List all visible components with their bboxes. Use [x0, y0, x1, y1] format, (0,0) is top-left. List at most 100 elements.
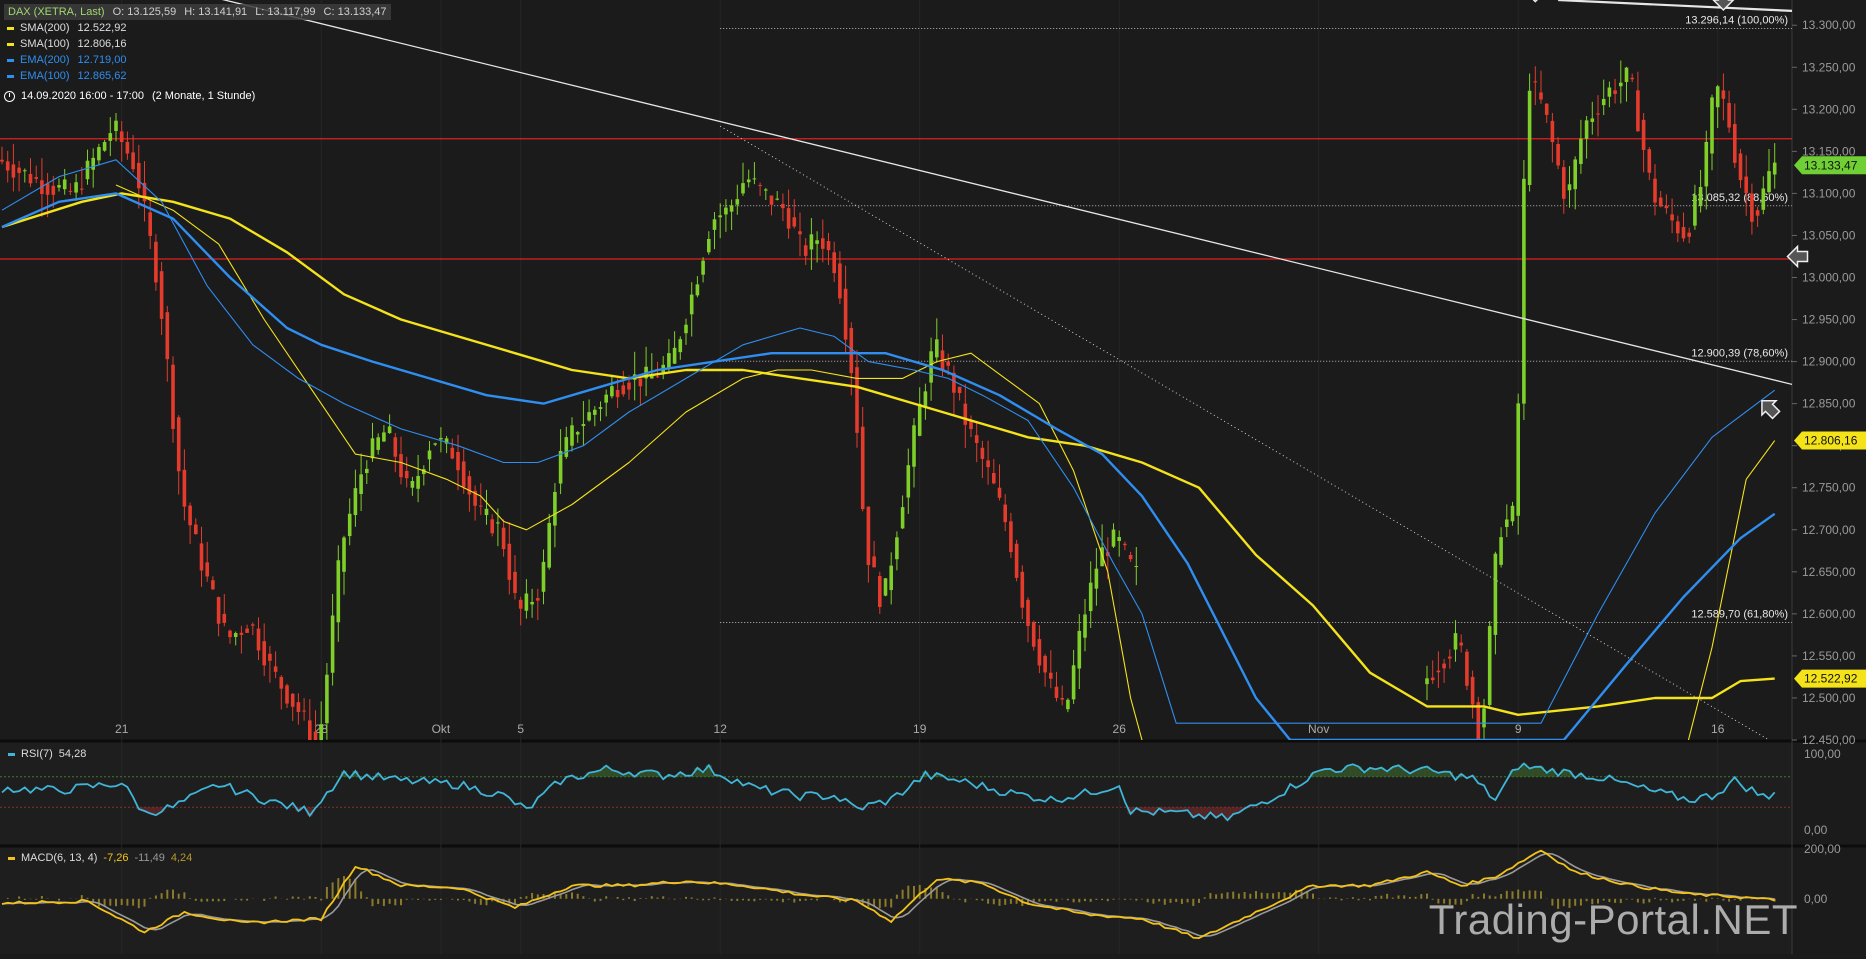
candle-body	[541, 561, 546, 592]
candle-body	[205, 562, 209, 577]
rsi-label[interactable]: RSI(7) 54,28	[8, 748, 92, 760]
candle-body	[159, 271, 164, 319]
chart-canvas[interactable]: 13.300,0013.250,0013.200,0013.150,0013.1…	[0, 0, 1866, 954]
candle-body	[992, 473, 996, 484]
candle-body	[1128, 555, 1133, 560]
x-tick-label: 19	[913, 722, 927, 736]
range-text: (2 Monate, 1 Stunde)	[151, 90, 256, 102]
candle-body	[1721, 90, 1726, 99]
legend-label: SMA(200)	[20, 22, 70, 34]
candle-body	[746, 179, 751, 183]
macd-signal-value: -11,49	[134, 852, 165, 864]
candle-body	[1077, 630, 1082, 669]
candle-body	[1071, 665, 1076, 700]
candle-body	[1601, 98, 1606, 106]
chart-root[interactable]: 13.300,00 13.250,00 13.200,00 13.150,00 13.1…	[0, 0, 1866, 954]
candle-body	[211, 580, 215, 590]
macd-value: -7,26	[103, 852, 129, 864]
candle-body	[832, 252, 836, 274]
candle-body	[1083, 614, 1087, 638]
candle-body	[912, 425, 916, 467]
candle-body	[496, 522, 500, 524]
candle-body	[108, 133, 113, 141]
candle-body	[695, 284, 700, 296]
x-tick-label: Okt	[432, 722, 451, 736]
candle-body	[1727, 103, 1731, 128]
y-tick-label: 12.600,00	[1802, 607, 1856, 621]
candle-body	[860, 426, 865, 510]
candle-body	[689, 294, 694, 315]
candle-body	[1710, 97, 1714, 154]
ohlc-header: DAX (XETRA, Last) O: 13.125,59 H: 13.141…	[4, 4, 391, 20]
candle-body	[279, 676, 284, 689]
candle-body	[382, 432, 386, 442]
candle-body	[461, 461, 466, 488]
candle-body	[735, 199, 740, 205]
chart-legend: DAX (XETRA, Last) O: 13.125,59 H: 13.141…	[4, 4, 391, 104]
candle-body	[536, 598, 540, 601]
candle-body	[1060, 697, 1064, 700]
candle-body	[325, 674, 329, 724]
candle-body	[484, 508, 489, 516]
candle-body	[1755, 210, 1760, 216]
y-tick-label: 13.050,00	[1802, 228, 1856, 242]
candle-body	[165, 312, 170, 360]
candle-body	[11, 164, 16, 178]
legend-sma200[interactable]: SMA(200) 12.522,92	[4, 20, 391, 36]
candle-body	[501, 527, 506, 550]
candle-body	[404, 470, 409, 479]
candle-body	[764, 189, 768, 191]
candle-body	[125, 141, 130, 154]
candle-body	[1539, 92, 1543, 100]
price-badge-label: 13.133,47	[1804, 158, 1858, 172]
legend-ema100[interactable]: EMA(100) 12.865,62	[4, 68, 391, 84]
candle-body	[262, 641, 266, 666]
candle-body	[1658, 197, 1663, 207]
candle-body	[963, 403, 968, 425]
candle-body	[1123, 543, 1127, 546]
candle-body	[1556, 144, 1560, 166]
y-tick-label: 12.900,00	[1802, 355, 1856, 369]
candle-body	[1767, 171, 1771, 193]
candle-body	[176, 417, 181, 472]
clock-icon	[4, 90, 15, 102]
macd-swatch-icon	[8, 856, 15, 860]
legend-sma100[interactable]: SMA(100) 12.806,16	[4, 36, 391, 52]
y-tick-label: 12.550,00	[1802, 649, 1856, 663]
candle-body	[290, 693, 295, 707]
candle-body	[655, 376, 660, 378]
candle-body	[1550, 120, 1555, 143]
fib-label: 12.589,70 (61,80%)	[1691, 609, 1788, 621]
candle-body	[256, 628, 261, 651]
price-badge-label: 12.522,92	[1804, 672, 1858, 686]
candle-body	[1596, 113, 1600, 115]
candle-body	[1516, 403, 1520, 516]
rsi-name: RSI(7)	[21, 748, 53, 760]
y-tick-label: 12.450,00	[1802, 733, 1856, 747]
sma100-swatch-icon	[7, 42, 14, 46]
candle-body	[513, 571, 517, 594]
legend-ema200[interactable]: EMA(200) 12.719,00	[4, 52, 391, 68]
candle-body	[1750, 193, 1754, 222]
y-tick-label: 12.950,00	[1802, 313, 1856, 327]
y-tick-label: 12.700,00	[1802, 523, 1856, 537]
candle-body	[85, 160, 90, 180]
candle-body	[51, 185, 56, 195]
candle-body	[701, 260, 705, 275]
legend-value: 12.865,62	[77, 70, 127, 82]
candle-body	[638, 378, 643, 387]
macd-label[interactable]: MACD(6, 13, 4) -7,26 -11,49 4,24	[8, 852, 198, 864]
candle-body	[803, 245, 808, 256]
candle-body	[1562, 167, 1566, 199]
candle-body	[1704, 141, 1709, 187]
candle-body	[194, 524, 198, 535]
candle-body	[781, 203, 785, 209]
candle-body	[878, 576, 882, 607]
candle-body	[1715, 86, 1720, 108]
candle-body	[347, 513, 352, 537]
candle-body	[672, 347, 677, 364]
candle-body	[558, 450, 563, 484]
macd-name: MACD(6, 13, 4)	[21, 852, 98, 864]
candle-body	[900, 507, 905, 529]
candle-body	[741, 183, 745, 194]
